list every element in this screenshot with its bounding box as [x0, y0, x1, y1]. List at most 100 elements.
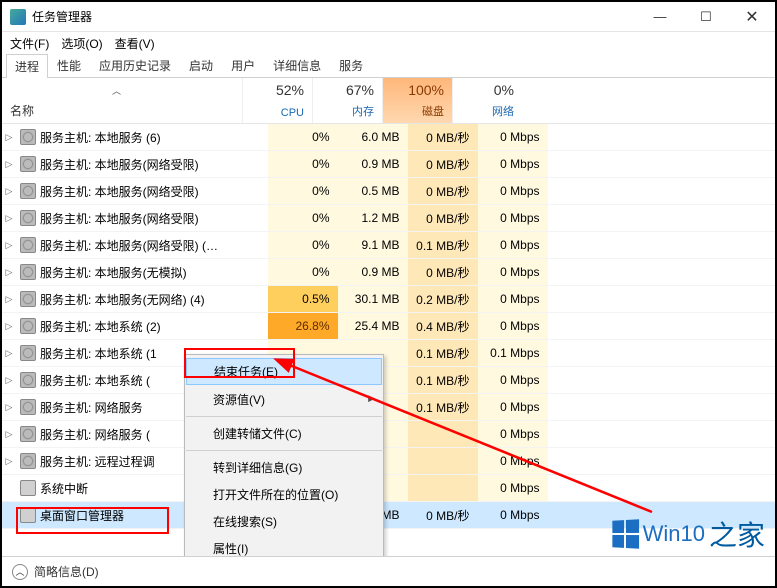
process-row[interactable]: ▷服务主机: 本地服务 (6)0%6.0 MB0 MB/秒0 Mbps [2, 124, 775, 151]
expand-icon[interactable]: ▷ [2, 186, 16, 197]
cell-network: 0 Mbps [478, 394, 548, 420]
column-metric-内存[interactable]: 67%内存 [312, 78, 382, 123]
process-icon [20, 480, 36, 496]
cell-disk: 0 MB/秒 [408, 178, 478, 204]
cell-network: 0 Mbps [478, 421, 548, 447]
column-metric-磁盘[interactable]: 100%磁盘 [382, 78, 452, 123]
cell-disk: 0.1 MB/秒 [408, 394, 478, 420]
tab-3[interactable]: 启动 [180, 53, 222, 77]
cell-memory: 9.1 MB [338, 232, 408, 258]
process-icon [20, 291, 36, 307]
cell-disk [408, 475, 478, 501]
process-row[interactable]: ▷服务主机: 本地服务(无网络) (4)0.5%30.1 MB0.2 MB/秒0… [2, 286, 775, 313]
cell-memory: 0.9 MB [338, 259, 408, 285]
column-name-label: 名称 [10, 102, 34, 119]
watermark: Win10 之家 [611, 514, 765, 554]
expand-icon[interactable]: ▷ [2, 348, 16, 359]
process-row[interactable]: ▷服务主机: 本地系统 (0.1 MB/秒0 Mbps [2, 367, 775, 394]
cell-cpu: 0% [268, 178, 338, 204]
process-name: 服务主机: 本地服务(网络受限) [40, 210, 268, 227]
process-row[interactable]: ▷服务主机: 本地服务(网络受限)0%0.5 MB0 MB/秒0 Mbps [2, 178, 775, 205]
process-row[interactable]: ▷服务主机: 本地服务(无模拟)0%0.9 MB0 MB/秒0 Mbps [2, 259, 775, 286]
footer-label[interactable]: 简略信息(D) [34, 563, 99, 580]
cell-cpu: 0.5% [268, 286, 338, 312]
tab-1[interactable]: 性能 [48, 53, 90, 77]
process-row[interactable]: ▷服务主机: 本地系统 (2)26.8%25.4 MB0.4 MB/秒0 Mbp… [2, 313, 775, 340]
column-metric-网络[interactable]: 0%网络 [452, 78, 522, 123]
minimize-button[interactable]: — [637, 2, 683, 32]
tab-0[interactable]: 进程 [6, 54, 48, 78]
cell-memory: 0.5 MB [338, 178, 408, 204]
expand-icon[interactable]: ▷ [2, 321, 16, 332]
menu-item[interactable]: 资源值(V) [185, 386, 383, 413]
cell-disk [408, 448, 478, 474]
process-icon [20, 372, 36, 388]
process-icon [20, 210, 36, 226]
cell-disk: 0 MB/秒 [408, 205, 478, 231]
process-row[interactable]: ▷服务主机: 网络服务 (0 Mbps [2, 421, 775, 448]
expand-icon[interactable]: ▷ [2, 267, 16, 278]
cell-network: 0.1 Mbps [478, 340, 548, 366]
expand-icon[interactable]: ▷ [2, 375, 16, 386]
process-row[interactable]: ▷服务主机: 远程过程调0 Mbps [2, 448, 775, 475]
tab-5[interactable]: 详细信息 [264, 53, 330, 77]
column-metric-CPU[interactable]: 52%CPU [242, 78, 312, 123]
menu-item[interactable]: 转到详细信息(G) [185, 454, 383, 481]
menu-file[interactable]: 文件(F) [10, 35, 49, 52]
process-icon [20, 183, 36, 199]
process-name: 服务主机: 本地服务(网络受限) [40, 156, 268, 173]
process-icon [20, 318, 36, 334]
expand-icon[interactable]: ▷ [2, 159, 16, 170]
column-headers: ︿ 名称 52%CPU67%内存100%磁盘0%网络 [2, 78, 775, 124]
menu-view[interactable]: 查看(V) [115, 35, 155, 52]
cell-disk: 0.1 MB/秒 [408, 340, 478, 366]
expand-icon[interactable]: ▷ [2, 240, 16, 251]
process-row[interactable]: ▷服务主机: 本地服务(网络受限)0%1.2 MB0 MB/秒0 Mbps [2, 205, 775, 232]
cell-memory: 1.2 MB [338, 205, 408, 231]
cell-cpu: 26.8% [268, 313, 338, 339]
expand-icon[interactable]: ▷ [2, 429, 16, 440]
cell-network: 0 Mbps [478, 124, 548, 150]
cell-network: 0 Mbps [478, 232, 548, 258]
menu-separator [186, 450, 382, 451]
context-menu: 结束任务(E)资源值(V) 创建转储文件(C) 转到详细信息(G)打开文件所在的位置… [184, 354, 384, 565]
cell-disk: 0.4 MB/秒 [408, 313, 478, 339]
expand-icon[interactable]: ▷ [2, 132, 16, 143]
cell-disk: 0 MB/秒 [408, 502, 478, 528]
menu-item[interactable]: 创建转储文件(C) [185, 420, 383, 447]
process-icon [20, 507, 36, 523]
process-icon [20, 129, 36, 145]
chevron-up-icon[interactable]: ︿ [12, 564, 28, 580]
tab-6[interactable]: 服务 [330, 53, 372, 77]
cell-network: 0 Mbps [478, 313, 548, 339]
menu-item[interactable]: 在线搜索(S) [185, 508, 383, 535]
expand-icon[interactable]: ▷ [2, 402, 16, 413]
cell-cpu: 0% [268, 124, 338, 150]
column-name[interactable]: ︿ 名称 [2, 78, 242, 123]
tab-4[interactable]: 用户 [222, 53, 264, 77]
process-row[interactable]: 系统中断0 Mbps [2, 475, 775, 502]
process-row[interactable]: ▷服务主机: 本地服务(网络受限) (…0%9.1 MB0.1 MB/秒0 Mb… [2, 232, 775, 259]
expand-icon[interactable]: ▷ [2, 213, 16, 224]
cell-disk: 0 MB/秒 [408, 151, 478, 177]
cell-disk: 0.1 MB/秒 [408, 232, 478, 258]
process-row[interactable]: ▷服务主机: 本地服务(网络受限)0%0.9 MB0 MB/秒0 Mbps [2, 151, 775, 178]
maximize-button[interactable]: ☐ [683, 2, 729, 32]
menu-separator [186, 416, 382, 417]
process-row[interactable]: ▷服务主机: 网络服务0.1 MB/秒0 Mbps [2, 394, 775, 421]
close-button[interactable]: ✕ [729, 2, 775, 32]
expand-icon[interactable]: ▷ [2, 294, 16, 305]
process-icon [20, 345, 36, 361]
process-name: 服务主机: 本地服务(网络受限) [40, 183, 268, 200]
menu-item[interactable]: 打开文件所在的位置(O) [185, 481, 383, 508]
process-row[interactable]: ▷服务主机: 本地系统 (10.1 MB/秒0.1 Mbps [2, 340, 775, 367]
process-icon [20, 156, 36, 172]
process-icon [20, 264, 36, 280]
titlebar: 任务管理器 — ☐ ✕ [2, 2, 775, 32]
tab-2[interactable]: 应用历史记录 [90, 53, 180, 77]
menu-item[interactable]: 结束任务(E) [186, 358, 382, 385]
process-name: 服务主机: 本地服务(无模拟) [40, 264, 268, 281]
menu-options[interactable]: 选项(O) [61, 35, 102, 52]
cell-memory: 0.9 MB [338, 151, 408, 177]
expand-icon[interactable]: ▷ [2, 456, 16, 467]
